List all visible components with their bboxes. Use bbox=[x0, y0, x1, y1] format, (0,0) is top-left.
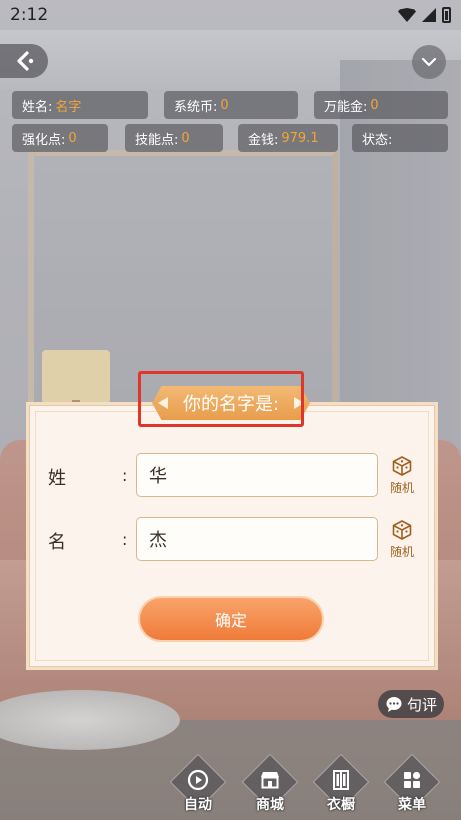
stat-value: 0 bbox=[181, 130, 190, 146]
store-icon bbox=[261, 772, 279, 789]
nav-auto[interactable]: 自动 bbox=[169, 753, 227, 818]
surname-input[interactable]: 华 bbox=[136, 453, 378, 497]
stat-system-coins: 系统币: 0 bbox=[164, 91, 298, 119]
back-button[interactable] bbox=[0, 44, 48, 78]
stat-value: 979.1 bbox=[281, 130, 319, 146]
nav-label: 自动 bbox=[184, 797, 212, 813]
stat-name: 姓名: 名字 bbox=[12, 91, 148, 119]
random-label: 随机 bbox=[389, 545, 414, 559]
nav-label: 商城 bbox=[256, 797, 284, 813]
highlight-box bbox=[138, 371, 304, 427]
nav-label: 衣橱 bbox=[327, 797, 355, 813]
status-bar: 2:12 bbox=[0, 0, 461, 30]
collapse-button[interactable] bbox=[412, 45, 446, 79]
given-name-random-button[interactable]: 随机 bbox=[384, 519, 420, 565]
stat-money: 金钱: 979.1 bbox=[238, 124, 338, 152]
status-icons bbox=[398, 7, 451, 23]
signal-icon bbox=[422, 8, 436, 22]
stat-label: 万能金: bbox=[324, 99, 368, 115]
nav-label: 菜单 bbox=[398, 797, 426, 813]
stat-enhance-points: 强化点: 0 bbox=[12, 124, 108, 152]
stat-label: 姓名: bbox=[22, 99, 53, 115]
given-name-value: 杰 bbox=[149, 530, 167, 551]
status-time: 2:12 bbox=[10, 5, 49, 25]
stat-label: 技能点: bbox=[135, 132, 179, 148]
wifi-icon bbox=[398, 8, 416, 22]
given-name-colon: : bbox=[122, 530, 128, 549]
stat-state: 状态: bbox=[352, 124, 448, 152]
stat-label: 强化点: bbox=[22, 132, 66, 148]
dice-icon bbox=[392, 456, 412, 476]
given-name-label: 名 bbox=[48, 532, 66, 553]
wardrobe-icon bbox=[333, 770, 349, 790]
stat-universal-gold: 万能金: 0 bbox=[314, 91, 448, 119]
stat-value: 0 bbox=[370, 97, 379, 113]
surname-label: 姓 bbox=[48, 468, 66, 489]
stat-value: 0 bbox=[68, 130, 77, 146]
stat-label: 状态: bbox=[362, 132, 393, 148]
battery-icon bbox=[442, 7, 451, 23]
stat-label: 系统币: bbox=[174, 99, 218, 115]
stat-skill-points: 技能点: 0 bbox=[125, 124, 223, 152]
auto-play-icon bbox=[187, 769, 209, 791]
comment-label: 句评 bbox=[406, 695, 437, 714]
stat-value: 名字 bbox=[55, 99, 82, 115]
nav-menu[interactable]: 菜单 bbox=[383, 753, 441, 818]
stat-label: 金钱: bbox=[248, 132, 279, 148]
back-arrow-icon bbox=[17, 51, 34, 71]
nav-store[interactable]: 商城 bbox=[241, 753, 299, 818]
surname-random-button[interactable]: 随机 bbox=[384, 455, 420, 501]
confirm-button[interactable]: 确定 bbox=[140, 598, 322, 640]
chevron-down-icon bbox=[421, 57, 437, 67]
nav-wardrobe[interactable]: 衣橱 bbox=[312, 753, 370, 818]
stat-value: 0 bbox=[220, 97, 229, 113]
confirm-label: 确定 bbox=[214, 611, 247, 630]
chat-bubble-icon bbox=[386, 697, 402, 712]
random-label: 随机 bbox=[389, 481, 414, 495]
comment-button[interactable]: 句评 bbox=[378, 690, 444, 718]
dice-icon bbox=[392, 520, 412, 540]
surname-value: 华 bbox=[149, 466, 167, 487]
given-name-input[interactable]: 杰 bbox=[136, 517, 378, 561]
surname-colon: : bbox=[122, 466, 128, 485]
menu-grid-icon bbox=[404, 771, 421, 788]
